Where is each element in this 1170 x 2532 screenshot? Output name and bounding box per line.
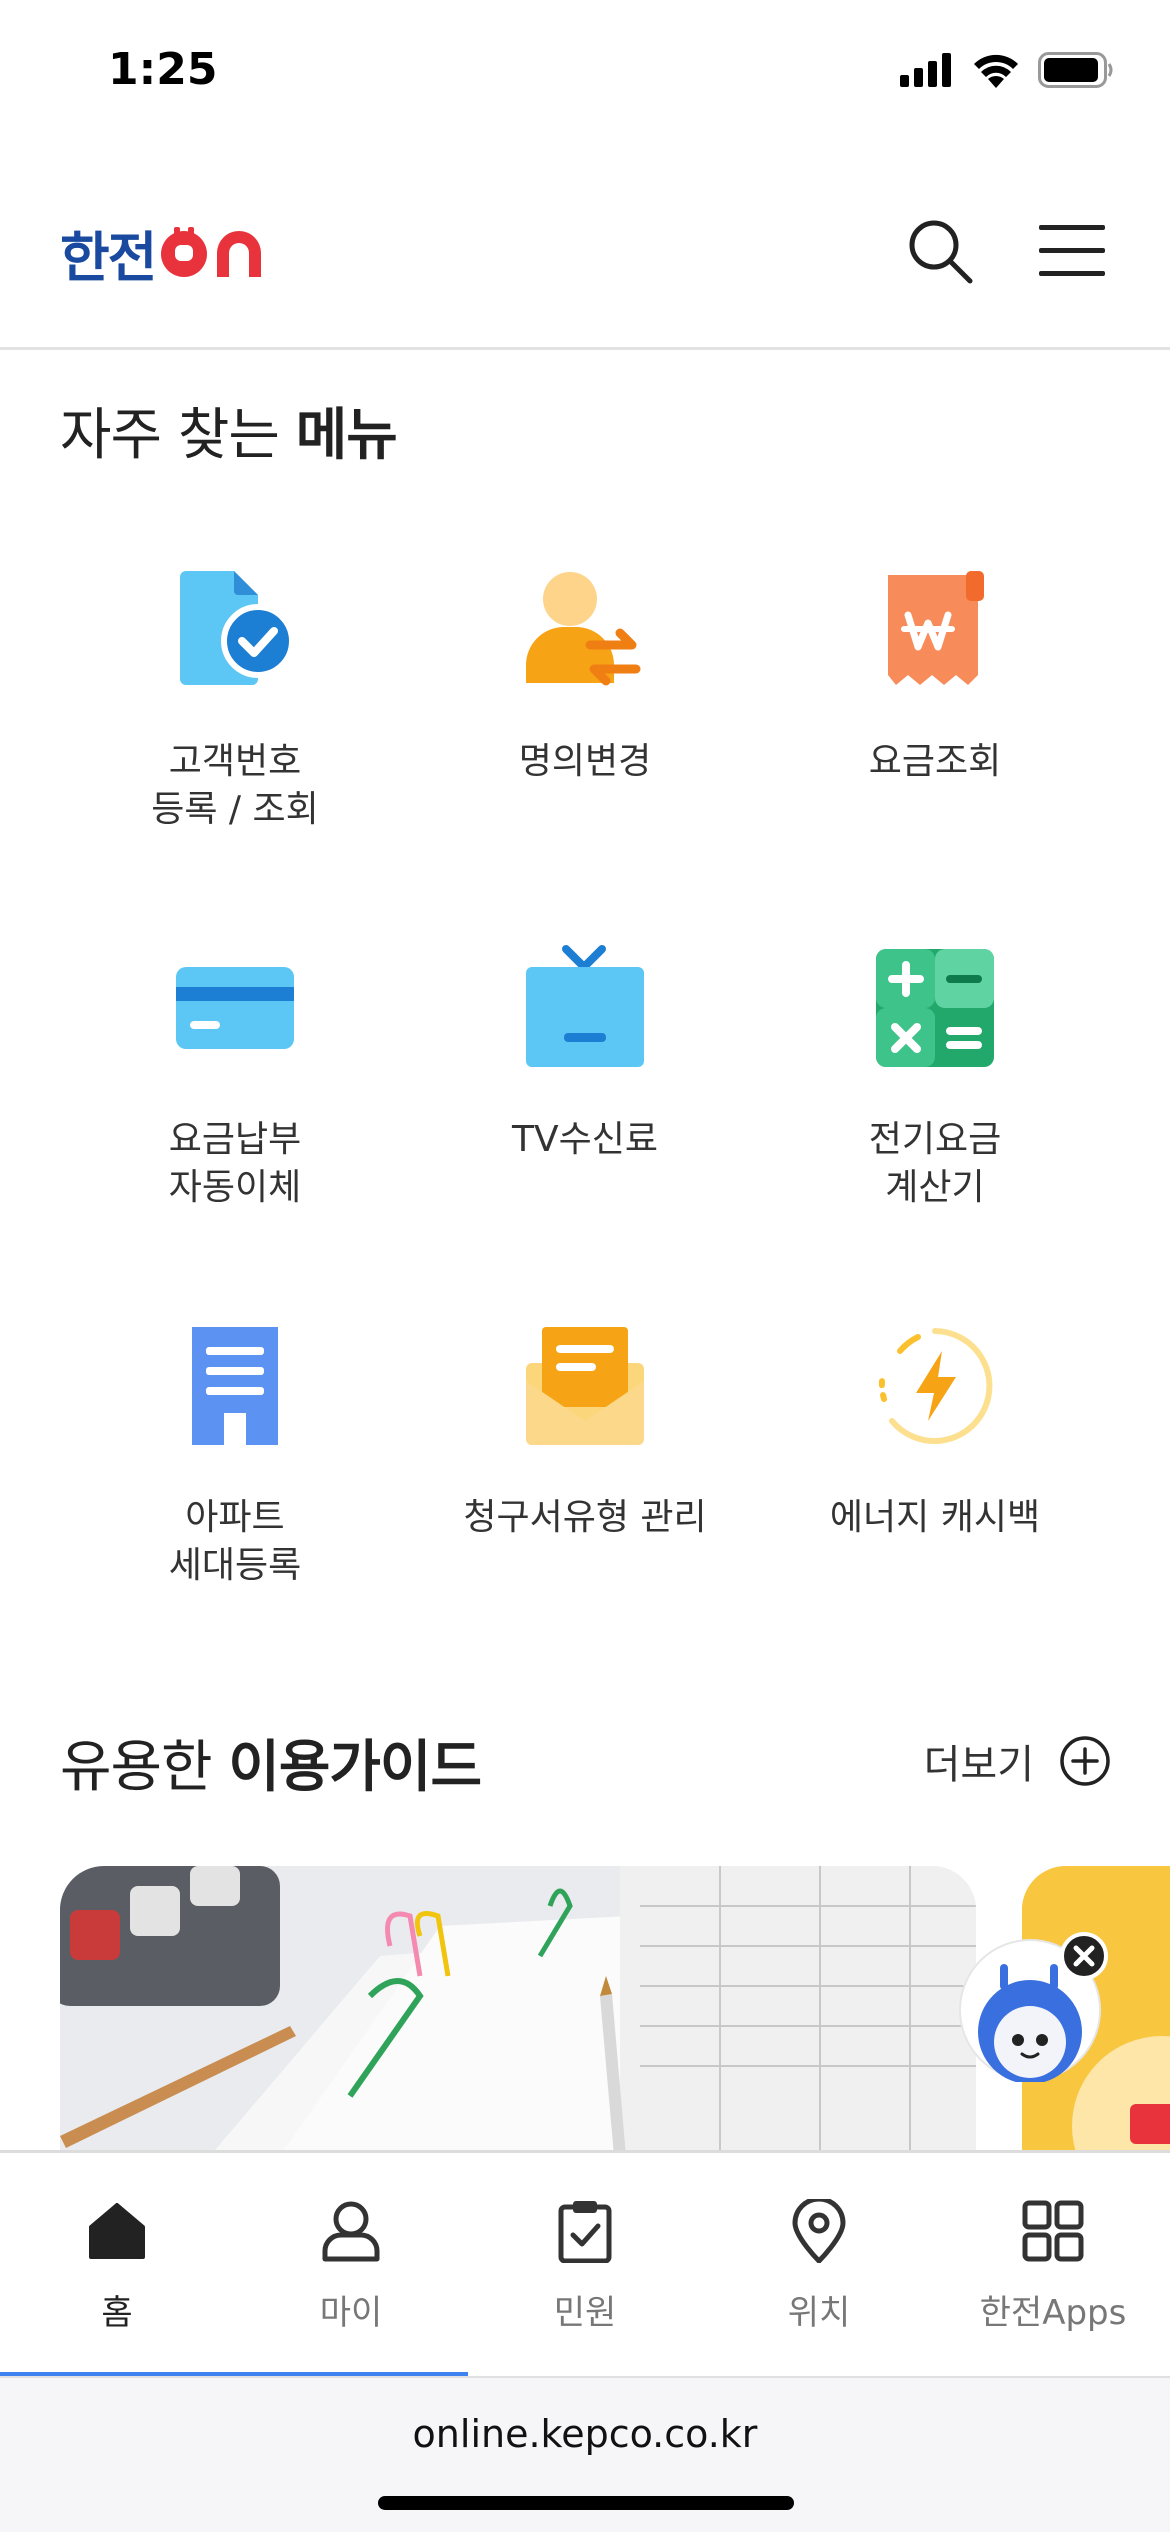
menu-label: TV수신료 (512, 1119, 658, 1160)
battery-icon (1038, 52, 1113, 88)
card-payment-icon (165, 938, 305, 1078)
status-bar: 1:25 (0, 0, 1170, 150)
logo-on-mark (159, 226, 267, 279)
calculator-icon (865, 938, 1005, 1078)
menu-label: 전기요금 계산기 (868, 1119, 1002, 1208)
plus-circle-icon (1060, 1736, 1110, 1786)
energy-cashback-icon (865, 1316, 1005, 1456)
menu-label: 아파트 세대등록 (168, 1497, 302, 1586)
apps-grid-icon (1017, 2195, 1089, 2267)
menu-label: 요금조회 (868, 741, 1002, 782)
menu-item-auto-payment[interactable]: 요금납부 자동이체 (60, 938, 410, 1212)
status-time: 1:25 (108, 44, 218, 95)
url-text: online.kepco.co.kr (412, 2412, 758, 2456)
menu-label: 에너지 캐시백 (829, 1497, 1041, 1538)
search-button[interactable] (900, 211, 980, 291)
app-header: 한전 (0, 185, 1170, 350)
search-icon (909, 220, 973, 284)
frequent-menu-title-regular: 자주 찾는 (60, 403, 280, 468)
guide-banner-image[interactable] (60, 1866, 976, 2156)
menu-item-apartment[interactable]: 아파트 세대등록 (60, 1316, 410, 1590)
menu-label: 청구서유형 관리 (463, 1497, 707, 1538)
tab-label: 홈 (101, 2293, 133, 2333)
name-change-icon (515, 560, 655, 700)
menu-item-customer-number[interactable]: 고객번호 등록 / 조회 (60, 560, 410, 834)
menu-button[interactable] (1032, 211, 1112, 291)
signal-icon (900, 53, 951, 87)
location-pin-icon (783, 2195, 855, 2267)
customer-number-icon (165, 560, 305, 700)
clipboard-check-icon (549, 2195, 621, 2267)
frequent-menu-title-bold: 메뉴 (295, 403, 398, 468)
more-label: 더보기 (923, 1742, 1034, 1788)
menu-item-bill-inquiry[interactable]: 요금조회 (760, 560, 1110, 786)
frequent-menu-title: 자주 찾는 메뉴 (60, 390, 398, 471)
menu-item-energy-cashback[interactable]: 에너지 캐시백 (760, 1316, 1110, 1542)
tab-label: 위치 (787, 2293, 851, 2333)
tab-label: 민원 (553, 2293, 617, 2333)
wifi-icon (974, 54, 1018, 88)
menu-item-tv-fee[interactable]: TV수신료 (410, 938, 760, 1164)
chatbot-mascot-button[interactable] (958, 1930, 1110, 2084)
hamburger-menu-icon (1039, 225, 1105, 276)
user-icon (315, 2195, 387, 2267)
guide-title: 유용한 이용가이드 (60, 1722, 482, 1803)
bottom-tab-bar: 홈 마이 민원 위치 한전Apps (0, 2150, 1170, 2372)
apartment-icon (165, 1316, 305, 1456)
tab-civil-complaint[interactable]: 민원 (468, 2153, 702, 2372)
logo-text: 한전 (60, 226, 157, 289)
bill-envelope-icon (515, 1316, 655, 1456)
more-button[interactable]: 더보기 (924, 1732, 1112, 1790)
status-icons (900, 52, 1114, 88)
home-indicator[interactable] (378, 2496, 794, 2510)
menu-label: 명의변경 (518, 741, 652, 782)
tab-label: 마이 (319, 2293, 383, 2333)
tv-icon (515, 938, 655, 1078)
kepco-on-logo[interactable]: 한전 (60, 213, 267, 292)
tab-location[interactable]: 위치 (702, 2153, 936, 2372)
tab-label: 한전Apps (979, 2293, 1127, 2333)
guide-title-bold: 이용가이드 (228, 1735, 482, 1800)
tab-kepco-apps[interactable]: 한전Apps (936, 2153, 1170, 2372)
bill-inquiry-icon (865, 560, 1005, 700)
menu-item-calculator[interactable]: 전기요금 계산기 (760, 938, 1110, 1212)
menu-label: 고객번호 등록 / 조회 (151, 741, 319, 830)
menu-item-name-change[interactable]: 명의변경 (410, 560, 760, 786)
browser-url-bar[interactable]: online.kepco.co.kr (0, 2376, 1170, 2532)
tab-home[interactable]: 홈 (0, 2153, 234, 2372)
guide-title-regular: 유용한 (60, 1735, 213, 1800)
tab-my[interactable]: 마이 (234, 2153, 468, 2372)
menu-label: 요금납부 자동이체 (168, 1119, 302, 1208)
menu-item-bill-type[interactable]: 청구서유형 관리 (410, 1316, 760, 1542)
home-icon (81, 2195, 153, 2267)
